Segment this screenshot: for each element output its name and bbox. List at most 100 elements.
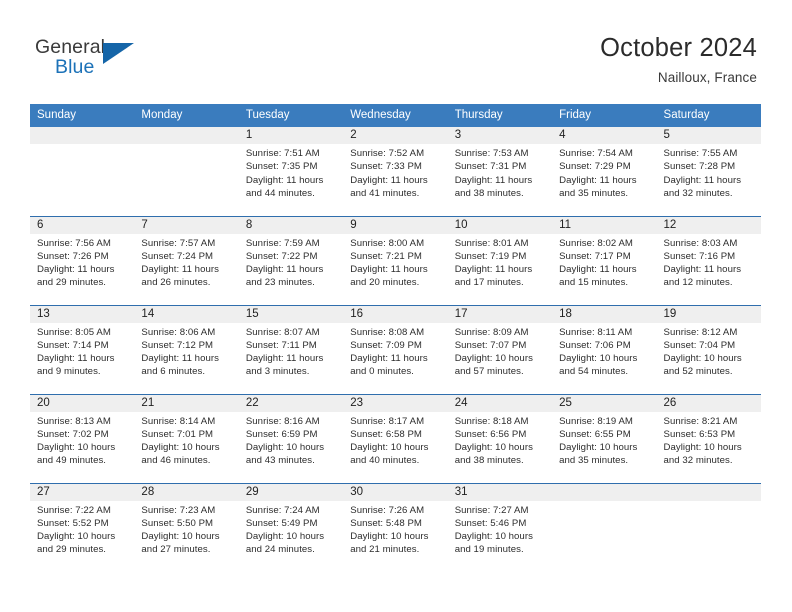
day-cell[interactable]: 24 Sunrise: 8:18 AM Sunset: 6:56 PM Dayligh… — [447, 393, 553, 483]
day-cell[interactable]: 22 Sunrise: 8:16 AM Sunset: 6:59 PM Dayligh… — [238, 393, 344, 483]
day-detail-line: Daylight: 10 hours — [454, 531, 533, 543]
day-detail-line: and 21 minutes. — [350, 544, 420, 556]
day-cell[interactable]: 21 Sunrise: 8:14 AM Sunset: 7:01 PM Dayligh… — [134, 393, 239, 483]
day-number: 30 — [343, 483, 448, 501]
day-cell[interactable]: 11 Sunrise: 8:02 AM Sunset: 7:17 PM Dayligh… — [552, 215, 657, 305]
day-details: Sunrise: 8:13 AM Sunset: 7:02 PM Daylight:… — [30, 412, 134, 468]
day-number: 14 — [134, 305, 239, 323]
day-details: Sunrise: 8:06 AM Sunset: 7:12 PM Daylight:… — [134, 323, 238, 379]
day-cell[interactable]: 8 Sunrise: 7:59 AM Sunset: 7:22 PM Daylight… — [238, 215, 344, 305]
day-number: 11 — [552, 216, 657, 234]
day-cell[interactable]: 28 Sunrise: 7:23 AM Sunset: 5:50 PM Dayligh… — [134, 482, 239, 572]
day-detail-line: Daylight: 10 hours — [245, 442, 325, 454]
day-detail-line: Daylight: 10 hours — [559, 353, 638, 365]
day-cell[interactable]: 17 Sunrise: 8:09 AM Sunset: 7:07 PM Dayligh… — [447, 304, 553, 394]
calendar-week-row: 1 Sunrise: 7:51 AM Sunset: 7:35 PM Daylight… — [30, 127, 761, 216]
day-cell[interactable]: 18 Sunrise: 8:11 AM Sunset: 7:06 PM Dayligh… — [552, 304, 657, 394]
day-cell[interactable]: 6 Sunrise: 7:56 AM Sunset: 7:26 PM Daylight… — [30, 215, 135, 305]
day-cell-empty — [134, 127, 239, 216]
day-detail-line: Sunset: 5:48 PM — [350, 517, 422, 529]
day-detail-line: Sunrise: 7:51 AM — [245, 148, 320, 159]
day-detail-line: and 15 minutes. — [559, 277, 629, 289]
day-cell[interactable]: 16 Sunrise: 8:08 AM Sunset: 7:09 PM Dayligh… — [343, 304, 448, 394]
day-detail-line: and 35 minutes. — [559, 187, 629, 199]
logo-text-blue: Blue — [55, 56, 95, 78]
day-detail-line: Daylight: 10 hours — [37, 531, 116, 543]
day-detail-line: Sunset: 7:04 PM — [663, 339, 736, 351]
general-blue-logo[interactable]: General Blue — [35, 36, 145, 82]
day-details — [657, 501, 761, 504]
day-cell-empty — [656, 482, 761, 572]
calendar-grid: Sunday Monday Tuesday Wednesday Thursday Frid… — [30, 104, 761, 572]
day-detail-line: Sunrise: 8:02 AM — [559, 237, 633, 249]
day-detail-line: and 3 minutes. — [245, 366, 310, 378]
weekday-header-wednesday: Wednesday — [343, 104, 448, 127]
day-detail-line: Sunset: 7:01 PM — [141, 428, 214, 440]
day-detail-line: Sunset: 7:02 PM — [37, 428, 109, 440]
day-cell-empty — [552, 482, 657, 572]
day-cell[interactable]: 30 Sunrise: 7:26 AM Sunset: 5:48 PM Dayligh… — [343, 482, 448, 572]
day-detail-line: and 46 minutes. — [141, 455, 211, 467]
day-details: Sunrise: 8:12 AM Sunset: 7:04 PM Daylight:… — [657, 323, 761, 379]
day-cell[interactable]: 15 Sunrise: 8:07 AM Sunset: 7:11 PM Dayligh… — [238, 304, 344, 394]
day-details: Sunrise: 8:07 AM Sunset: 7:11 PM Daylight:… — [239, 323, 343, 379]
day-detail-line: Sunset: 5:46 PM — [454, 517, 527, 529]
day-cell[interactable]: 5 Sunrise: 7:55 AM Sunset: 7:28 PM Daylight… — [656, 127, 761, 216]
day-cell[interactable]: 31 Sunrise: 7:27 AM Sunset: 5:46 PM Dayligh… — [447, 482, 553, 572]
day-details: Sunrise: 7:52 AM Sunset: 7:33 PM Daylight:… — [343, 144, 447, 200]
day-detail-line: Sunset: 7:06 PM — [559, 339, 631, 351]
day-number: 23 — [343, 394, 448, 412]
day-cell[interactable]: 12 Sunrise: 8:03 AM Sunset: 7:16 PM Dayligh… — [656, 215, 761, 305]
day-number: 19 — [656, 305, 761, 323]
day-details: Sunrise: 8:08 AM Sunset: 7:09 PM Daylight:… — [343, 323, 447, 379]
day-detail-line: Daylight: 10 hours — [559, 442, 638, 454]
day-detail-line: Sunset: 7:19 PM — [454, 250, 527, 262]
day-cell[interactable]: 9 Sunrise: 8:00 AM Sunset: 7:21 PM Daylight… — [343, 215, 448, 305]
day-details: Sunrise: 7:57 AM Sunset: 7:24 PM Daylight:… — [134, 234, 238, 290]
calendar-body: 1 Sunrise: 7:51 AM Sunset: 7:35 PM Daylight… — [30, 127, 761, 572]
calendar-table: Sunday Monday Tuesday Wednesday Thursday Frid… — [30, 104, 761, 572]
day-detail-line: and 49 minutes. — [37, 455, 107, 467]
day-details: Sunrise: 8:14 AM Sunset: 7:01 PM Daylight:… — [134, 412, 238, 468]
day-detail-line: and 41 minutes. — [350, 187, 420, 199]
day-number: 1 — [238, 127, 344, 144]
day-cell[interactable]: 3 Sunrise: 7:53 AM Sunset: 7:31 PM Daylight… — [447, 127, 553, 216]
day-cell[interactable]: 13 Sunrise: 8:05 AM Sunset: 7:14 PM Dayligh… — [30, 304, 135, 394]
day-details: Sunrise: 8:02 AM Sunset: 7:17 PM Daylight:… — [552, 234, 656, 290]
day-cell[interactable]: 27 Sunrise: 7:22 AM Sunset: 5:52 PM Dayligh… — [30, 482, 135, 572]
day-details: Sunrise: 7:27 AM Sunset: 5:46 PM Daylight:… — [448, 501, 552, 557]
day-detail-line: Sunset: 7:12 PM — [141, 339, 214, 351]
day-cell[interactable]: 26 Sunrise: 8:21 AM Sunset: 6:53 PM Dayligh… — [656, 393, 761, 483]
day-detail-line: Sunrise: 8:11 AM — [559, 326, 633, 338]
day-detail-line: and 44 minutes. — [245, 187, 315, 199]
day-details: Sunrise: 8:17 AM Sunset: 6:58 PM Daylight:… — [343, 412, 447, 468]
day-cell[interactable]: 4 Sunrise: 7:54 AM Sunset: 7:29 PM Daylight… — [552, 127, 657, 216]
day-cell[interactable]: 29 Sunrise: 7:24 AM Sunset: 5:49 PM Dayligh… — [238, 482, 344, 572]
day-cell[interactable]: 25 Sunrise: 8:19 AM Sunset: 6:55 PM Dayligh… — [552, 393, 657, 483]
day-details: Sunrise: 7:24 AM Sunset: 5:49 PM Daylight:… — [239, 501, 343, 557]
day-details: Sunrise: 8:05 AM Sunset: 7:14 PM Daylight:… — [30, 323, 134, 379]
day-details: Sunrise: 7:23 AM Sunset: 5:50 PM Daylight:… — [134, 501, 238, 557]
weekday-header-tuesday: Tuesday — [238, 104, 344, 127]
day-detail-line: Daylight: 11 hours — [559, 174, 637, 186]
day-cell[interactable]: 23 Sunrise: 8:17 AM Sunset: 6:58 PM Dayligh… — [343, 393, 448, 483]
day-detail-line: Daylight: 10 hours — [454, 353, 533, 365]
weekday-header-saturday: Saturday — [656, 104, 761, 127]
day-cell[interactable]: 14 Sunrise: 8:06 AM Sunset: 7:12 PM Dayligh… — [134, 304, 239, 394]
day-detail-line: Sunrise: 8:05 AM — [37, 326, 111, 338]
day-details — [134, 144, 238, 147]
day-detail-line: Sunset: 5:49 PM — [245, 517, 318, 529]
page-title: October 2024 — [600, 34, 757, 62]
day-detail-line: and 32 minutes. — [663, 187, 733, 199]
day-cell[interactable]: 10 Sunrise: 8:01 AM Sunset: 7:19 PM Dayligh… — [447, 215, 553, 305]
day-cell[interactable]: 7 Sunrise: 7:57 AM Sunset: 7:24 PM Daylight… — [134, 215, 239, 305]
day-cell[interactable]: 2 Sunrise: 7:52 AM Sunset: 7:33 PM Daylight… — [343, 127, 448, 216]
day-number: 18 — [552, 305, 657, 323]
day-cell[interactable]: 20 Sunrise: 8:13 AM Sunset: 7:02 PM Dayligh… — [30, 393, 135, 483]
day-detail-line: Daylight: 11 hours — [350, 353, 428, 365]
day-cell[interactable]: 1 Sunrise: 7:51 AM Sunset: 7:35 PM Daylight… — [238, 127, 344, 216]
day-detail-line: and 29 minutes. — [37, 544, 107, 556]
day-detail-line: Sunrise: 7:23 AM — [141, 504, 216, 516]
day-cell[interactable]: 19 Sunrise: 8:12 AM Sunset: 7:04 PM Dayligh… — [656, 304, 761, 394]
day-detail-line: and 0 minutes. — [350, 366, 414, 378]
